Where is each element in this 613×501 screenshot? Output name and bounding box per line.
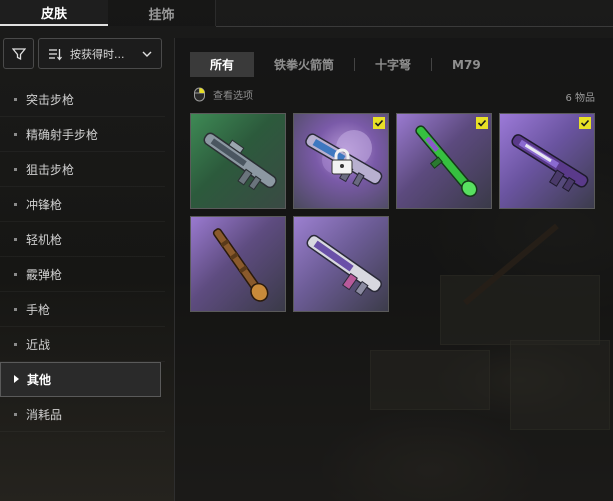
category-label: 狙击步枪: [26, 162, 75, 177]
sidebar: 按获得时... 突击步枪 精确射手步枪 狙击步枪 冲锋枪 轻机枪 霰弹枪 手枪 …: [0, 38, 165, 501]
item-card-rocket-green[interactable]: [396, 113, 492, 209]
category-label: 其他: [27, 373, 52, 387]
owned-check-icon: [373, 117, 385, 129]
bullet-dot: [14, 413, 17, 416]
category-item-smg[interactable]: 冲锋枪: [0, 187, 165, 222]
category-label: 突击步枪: [26, 92, 75, 107]
category-item-consumables[interactable]: 消耗品: [0, 397, 165, 432]
item-card-rocket-wood[interactable]: [190, 216, 286, 312]
tab-skins[interactable]: 皮肤: [0, 0, 108, 26]
category-item-lmg[interactable]: 轻机枪: [0, 222, 165, 257]
bullet-dot: [14, 98, 17, 101]
owned-check-icon: [476, 117, 488, 129]
subtab-m79[interactable]: M79: [432, 52, 501, 77]
subtab-crossbow[interactable]: 十字弩: [355, 52, 431, 77]
item-panel: 所有 铁拳火箭筒 十字弩 M79 查看选项 6 物品: [174, 38, 613, 501]
chevron-down-icon: [141, 48, 153, 60]
item-card-launcher-white[interactable]: [293, 216, 389, 312]
bullet-dot: [14, 238, 17, 241]
category-item-assault-rifle[interactable]: 突击步枪: [0, 82, 165, 117]
category-label: 近战: [26, 337, 51, 352]
bullet-dot: [14, 203, 17, 206]
tab-charms[interactable]: 挂饰: [108, 0, 216, 26]
sort-label: 按获得时...: [70, 47, 125, 61]
mouse-icon: [193, 87, 206, 102]
category-label: 轻机枪: [26, 232, 63, 247]
owned-check-icon: [579, 117, 591, 129]
tab-divider: [216, 26, 613, 27]
caret-right-icon: [14, 375, 19, 383]
sub-tab-bar: 所有 铁拳火箭筒 十字弩 M79: [190, 52, 501, 77]
category-item-shotgun[interactable]: 霰弹枪: [0, 257, 165, 292]
category-label: 精确射手步枪: [26, 127, 99, 142]
rocket-weapon-icon: [212, 228, 269, 302]
bullet-dot: [14, 133, 17, 136]
category-label: 冲锋枪: [26, 197, 63, 212]
launcher-weapon-icon: [203, 132, 277, 191]
sort-icon: [48, 47, 62, 61]
category-list: 突击步枪 精确射手步枪 狙击步枪 冲锋枪 轻机枪 霰弹枪 手枪 近战 其他 消耗…: [0, 82, 165, 432]
category-label: 霰弹枪: [26, 267, 63, 282]
category-item-sniper[interactable]: 狙击步枪: [0, 152, 165, 187]
filter-button[interactable]: [3, 38, 34, 69]
item-count: 6 物品: [565, 93, 595, 104]
bullet-dot: [14, 308, 17, 311]
category-item-other[interactable]: 其他: [0, 362, 161, 397]
top-tab-bar: 皮肤 挂饰: [0, 0, 613, 26]
item-card-launcher-locked[interactable]: [293, 113, 389, 209]
subtab-all[interactable]: 所有: [190, 52, 255, 77]
category-item-melee[interactable]: 近战: [0, 327, 165, 362]
bullet-dot: [14, 343, 17, 346]
category-label: 手枪: [26, 302, 51, 317]
view-options[interactable]: 查看选项: [193, 87, 253, 102]
launcher-weapon-icon: [306, 234, 382, 297]
item-card-launcher-green[interactable]: [190, 113, 286, 209]
filter-icon: [11, 47, 26, 60]
category-item-pistol[interactable]: 手枪: [0, 292, 165, 327]
lock-icon: [331, 148, 353, 175]
item-card-crossbow-purple[interactable]: [499, 113, 595, 209]
sort-dropdown[interactable]: 按获得时...: [38, 38, 162, 69]
subtab-panzerfaust[interactable]: 铁拳火箭筒: [254, 52, 354, 77]
bullet-dot: [14, 273, 17, 276]
category-item-dmr[interactable]: 精确射手步枪: [0, 117, 165, 152]
bullet-dot: [14, 168, 17, 171]
category-label: 消耗品: [26, 407, 63, 422]
view-options-label: 查看选项: [213, 91, 253, 102]
